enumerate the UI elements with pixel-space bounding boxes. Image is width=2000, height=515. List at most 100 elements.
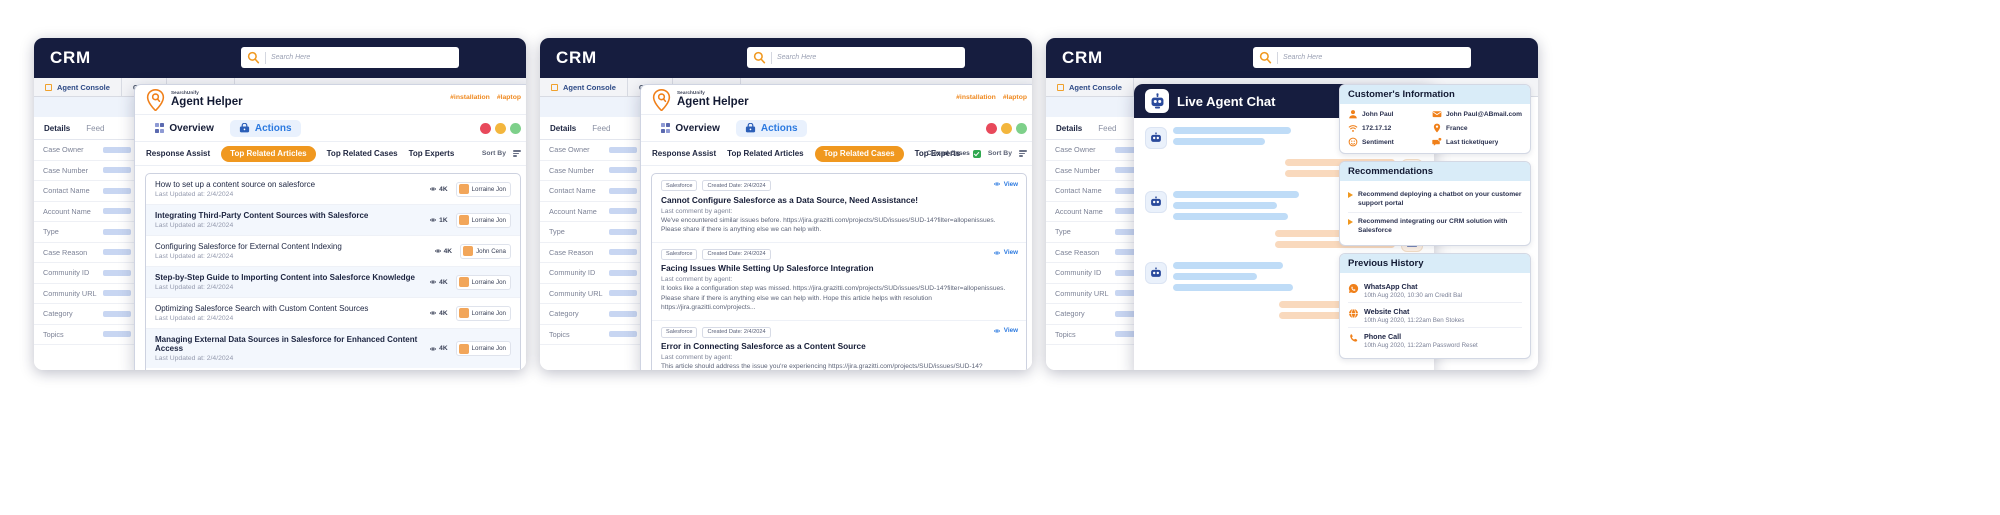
closed-cases-toggle[interactable]: Closed Cases xyxy=(927,150,981,158)
detail-value-placeholder xyxy=(609,249,637,255)
detail-row: Category xyxy=(34,304,138,325)
sentiment-positive-icon[interactable] xyxy=(510,123,521,134)
sentiment-positive-icon[interactable] xyxy=(1016,123,1027,134)
article-title: Managing External Data Sources in Salesf… xyxy=(155,335,429,353)
subtab-top-related-cases[interactable]: Top Related Cases xyxy=(815,146,904,162)
search-input[interactable]: Search Here xyxy=(747,47,965,68)
subtab-top-related-articles[interactable]: Top Related Articles xyxy=(221,146,315,162)
subtab-response-assist[interactable]: Response Assist xyxy=(146,149,210,158)
article-row[interactable]: Step-by-Step Guide to Importing Content … xyxy=(146,267,520,298)
tag-laptop[interactable]: #laptop xyxy=(497,94,521,101)
article-row[interactable]: How to set up a content source on salesf… xyxy=(146,174,520,205)
article-author[interactable]: Lorraine Jon xyxy=(456,213,511,228)
sentiment-neutral-icon[interactable] xyxy=(495,123,506,134)
agent-helper-brand: SearchUnify Agent Helper xyxy=(677,91,749,109)
card-title: Customer's Information xyxy=(1340,85,1530,104)
article-author[interactable]: Lorraine Jon xyxy=(456,182,511,197)
article-row[interactable]: Configuring Salesforce for External Cont… xyxy=(146,236,520,267)
nav-actions[interactable]: Actions xyxy=(230,120,301,137)
details-header-strip xyxy=(34,97,138,117)
history-item[interactable]: WhatsApp Chat10th Aug 2020, 10:30 am Cre… xyxy=(1348,278,1522,302)
tab-feed[interactable]: Feed xyxy=(1098,124,1116,133)
mail-icon xyxy=(1432,109,1442,119)
details-tabs: Details Feed xyxy=(540,117,644,140)
nav-actions[interactable]: Actions xyxy=(736,120,807,137)
tab-feed[interactable]: Feed xyxy=(86,124,104,133)
detail-label: Type xyxy=(549,227,565,236)
sentiment-neutral-icon[interactable] xyxy=(1001,123,1012,134)
article-meta: 4K John Cena xyxy=(434,244,511,259)
detail-value-placeholder xyxy=(103,311,131,317)
view-link[interactable]: View xyxy=(993,327,1018,335)
sentiment-negative-icon[interactable] xyxy=(480,123,491,134)
eye-icon xyxy=(993,327,1001,335)
tab-square-icon xyxy=(551,84,558,91)
details-tabs: Details Feed xyxy=(34,117,138,140)
article-author[interactable]: Lorraine Jon xyxy=(456,275,511,290)
cases-list-area: View Salesforce Created Date: 2/4/2024 C… xyxy=(641,166,1032,370)
view-link[interactable]: View xyxy=(993,249,1018,257)
tab-details[interactable]: Details xyxy=(44,124,70,133)
detail-label: Category xyxy=(43,309,73,318)
views-icon xyxy=(429,216,437,224)
article-author[interactable]: Lorraine Jon xyxy=(456,306,511,321)
detail-value-placeholder xyxy=(103,229,131,235)
case-item[interactable]: View Salesforce Created Date: 2/4/2024 C… xyxy=(652,174,1026,243)
tag-installation[interactable]: #installation xyxy=(956,94,996,101)
search-input[interactable]: Search Here xyxy=(241,47,459,68)
detail-row: Account Name xyxy=(34,202,138,223)
sort-label: Sort By xyxy=(482,150,506,157)
article-row[interactable]: Managing External Data Sources in Salesf… xyxy=(146,329,520,368)
case-item[interactable]: View Salesforce Created Date: 2/4/2024 F… xyxy=(652,243,1026,321)
crm-topbar: CRM Search Here xyxy=(540,38,1032,78)
nav-overview[interactable]: Overview xyxy=(652,120,729,137)
history-title: Phone Call xyxy=(1364,332,1478,341)
sentiment-negative-icon[interactable] xyxy=(986,123,997,134)
article-views: 1K xyxy=(429,216,447,224)
article-author[interactable]: John Cena xyxy=(460,244,511,259)
search-divider xyxy=(265,52,266,64)
subtab-response-assist[interactable]: Response Assist xyxy=(652,149,716,158)
history-item[interactable]: Website Chat10th Aug 2020, 11:22am Ben S… xyxy=(1348,302,1522,327)
field-value: Last ticket/query xyxy=(1446,139,1498,146)
recommendation-item[interactable]: Recommend deploying a chatbot on your cu… xyxy=(1348,186,1522,212)
sort-control[interactable]: Closed Cases Sort By xyxy=(927,150,1027,158)
tag-installation[interactable]: #installation xyxy=(450,94,490,101)
views-count: 4K xyxy=(439,279,447,286)
tag-laptop[interactable]: #laptop xyxy=(1003,94,1027,101)
search-input[interactable]: Search Here xyxy=(1253,47,1471,68)
article-row[interactable]: Optimizing Salesforce Search with Custom… xyxy=(146,298,520,329)
detail-value-placeholder xyxy=(609,147,637,153)
article-author[interactable]: Lorraine Jon xyxy=(456,341,511,356)
view-link[interactable]: View xyxy=(993,180,1018,188)
tab-feed[interactable]: Feed xyxy=(592,124,610,133)
sort-control[interactable]: Sort By xyxy=(482,150,521,157)
subtab-top-experts[interactable]: Top Experts xyxy=(409,149,455,158)
article-text: Integrating Third-Party Content Sources … xyxy=(155,211,368,229)
history-item[interactable]: Phone Call10th Aug 2020, 11:22am Passwor… xyxy=(1348,327,1522,352)
details-header-strip xyxy=(540,97,644,117)
tab-agent-console[interactable]: Agent Console xyxy=(34,78,122,96)
article-row[interactable]: Integrating Third-Party Content Sources … xyxy=(146,205,520,236)
customer-information-card: Customer's Information John Paul John Pa… xyxy=(1339,84,1531,154)
subtab-top-related-articles[interactable]: Top Related Articles xyxy=(727,149,803,158)
tab-agent-console[interactable]: Agent Console xyxy=(540,78,628,96)
recommendation-item[interactable]: Recommend integrating our CRM solution w… xyxy=(1348,212,1522,239)
nav-overview[interactable]: Overview xyxy=(146,120,223,137)
history-text: Phone Call10th Aug 2020, 11:22am Passwor… xyxy=(1364,332,1478,349)
customer-field: Sentiment xyxy=(1348,137,1427,147)
tab-agent-console[interactable]: Agent Console xyxy=(1046,78,1134,96)
subtab-top-related-cases[interactable]: Top Related Cases xyxy=(327,149,398,158)
detail-label: Case Number xyxy=(549,166,594,175)
case-item[interactable]: View Salesforce Created Date: 2/4/2024 E… xyxy=(652,321,1026,370)
tab-details[interactable]: Details xyxy=(1056,124,1082,133)
article-views: 4K xyxy=(429,185,447,193)
article-views: 4K xyxy=(434,247,452,255)
brand-title: Agent Helper xyxy=(171,97,243,109)
tab-details[interactable]: Details xyxy=(550,124,576,133)
detail-label: Case Number xyxy=(1055,166,1100,175)
detail-label: Community URL xyxy=(549,289,603,298)
view-label: View xyxy=(1004,249,1018,256)
crm-logo: CRM xyxy=(50,48,91,68)
views-icon xyxy=(429,185,437,193)
